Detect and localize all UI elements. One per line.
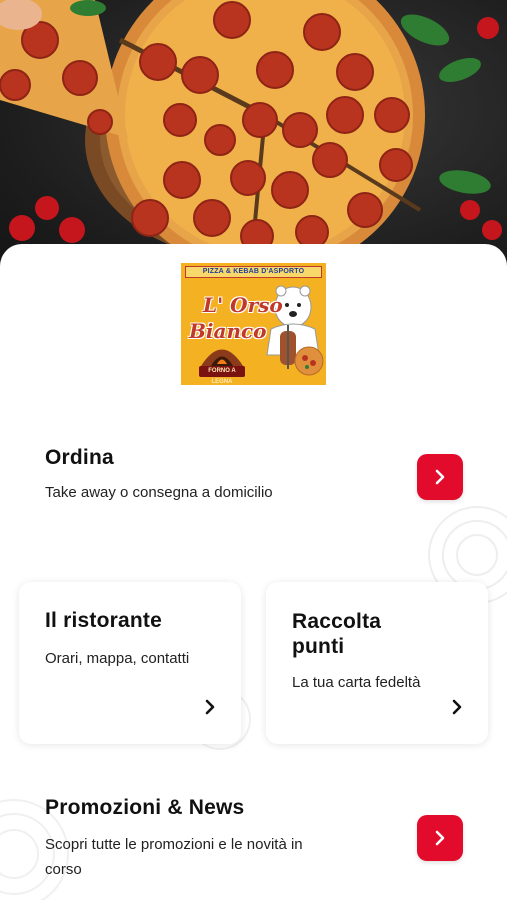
logo-name-line2: Bianco	[189, 319, 267, 343]
chevron-right-icon[interactable]	[450, 699, 464, 715]
hero-pizza-image	[0, 0, 507, 275]
news-subtitle-line1: Scopri tutte le promozioni e le novità i…	[45, 836, 303, 853]
points-title-line1: Raccolta	[292, 610, 382, 633]
chevron-right-icon	[435, 830, 445, 846]
logo-name-line1: L' Orso	[203, 293, 283, 317]
logo-banner-text: PIZZA & KEBAB D'ASPORTO	[185, 266, 322, 278]
restaurant-title: Il ristorante	[45, 609, 162, 632]
points-title: Raccolta punti	[292, 609, 381, 659]
news-title: Promozioni & News	[45, 796, 245, 819]
restaurant-subtitle: Orari, mappa, contatti	[45, 650, 190, 667]
pizza-illustration	[0, 0, 502, 275]
chevron-right-icon	[435, 469, 445, 485]
news-subtitle-line2: corso	[45, 861, 82, 878]
content-sheet: PIZZA & KEBAB D'ASPORTO L' Orso Bianco F…	[0, 244, 507, 900]
order-section[interactable]: Ordina Take away o consegna a domicilio	[0, 434, 507, 514]
loyalty-points-card[interactable]: Raccolta punti La tua carta fedeltà	[266, 582, 488, 744]
order-title: Ordina	[45, 446, 114, 469]
points-title-line2: punti	[292, 635, 345, 658]
order-button[interactable]	[417, 454, 463, 500]
logo-oven-label: FORNO A LEGNA	[199, 366, 245, 385]
restaurant-logo: PIZZA & KEBAB D'ASPORTO L' Orso Bianco F…	[181, 263, 326, 385]
news-subtitle: Scopri tutte le promozioni e le novità i…	[45, 832, 303, 882]
restaurant-card[interactable]: Il ristorante Orari, mappa, contatti	[19, 582, 241, 744]
chevron-right-icon[interactable]	[203, 699, 217, 715]
news-button[interactable]	[417, 815, 463, 861]
order-subtitle: Take away o consegna a domicilio	[45, 484, 273, 501]
points-subtitle: La tua carta fedeltà	[292, 674, 421, 691]
news-section[interactable]: Promozioni & News Scopri tutte le promoz…	[0, 784, 507, 894]
